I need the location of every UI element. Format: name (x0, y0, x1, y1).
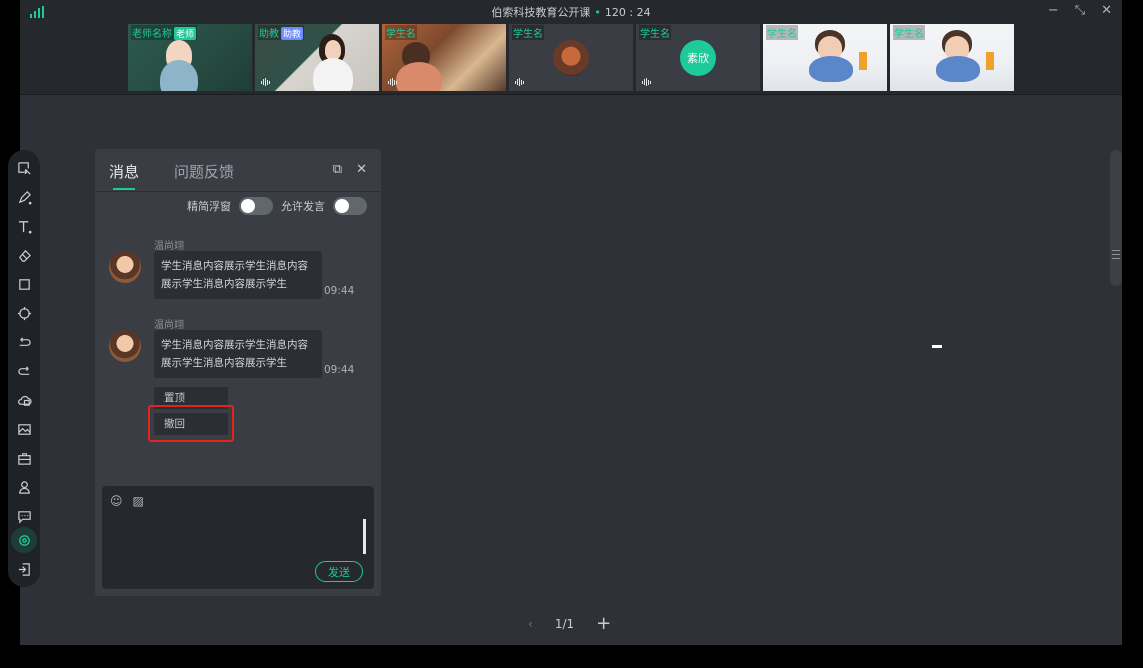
text-icon[interactable] (8, 214, 40, 238)
pen-icon[interactable] (8, 185, 40, 209)
video-strip: 老师名称 老师 助教 助教 学生名 学生名 素欣 学生名 学生名 学生名 (128, 24, 1014, 91)
pencil-cup (859, 52, 867, 70)
role-badge: 老师 (174, 27, 197, 40)
close-icon[interactable]: ✕ (1101, 3, 1112, 18)
whiteboard-toolbar (8, 150, 40, 587)
active-tab-indicator (113, 188, 135, 190)
video-name: 学生名 (639, 25, 671, 40)
teacher-body (160, 60, 198, 91)
mic-level-icon (388, 78, 397, 86)
mic-level-icon (515, 78, 524, 86)
exit-icon[interactable] (8, 557, 40, 581)
video-tile-student[interactable]: 学生名 (382, 24, 506, 91)
message-time: 09:44 (324, 285, 355, 297)
video-name: 学生名 (766, 25, 798, 40)
video-name: 老师名称 老师 (131, 25, 198, 40)
mic-level-icon (896, 78, 905, 86)
tab-messages[interactable]: 消息 (109, 161, 139, 182)
composer-tools: ☺ ▨ (110, 494, 144, 508)
window-title-bar: 伯索科技教育公开课 • 120 : 24 (20, 4, 1122, 20)
close-panel-icon[interactable]: ✕ (356, 162, 367, 177)
video-tile-student[interactable]: 学生名 (509, 24, 633, 91)
student-initials-avatar: 素欣 (680, 39, 716, 76)
tab-feedback[interactable]: 问题反馈 (174, 161, 234, 182)
video-name: 学生名 (512, 25, 544, 40)
mic-level-icon (261, 78, 270, 86)
window-controls: − ⤡ ✕ (1048, 3, 1112, 18)
allow-speak-toggle[interactable] (333, 197, 367, 215)
video-name: 学生名 (893, 25, 925, 40)
minimize-icon[interactable]: − (1048, 3, 1059, 18)
message-composer[interactable]: ☺ ▨ 发送 (102, 486, 374, 589)
boy-body (936, 56, 980, 82)
emoji-icon[interactable]: ☺ (110, 494, 123, 508)
image-icon[interactable] (8, 417, 40, 441)
message-time: 09:44 (324, 364, 355, 376)
float-toggle[interactable] (239, 197, 273, 215)
panel-actions: ⧉ ✕ (333, 162, 367, 177)
class-timer: 120 : 24 (604, 6, 651, 19)
top-bar: 伯索科技教育公开课•120 : 24 − ⤡ ✕ 老师名称老师 助教助教 (20, 0, 1122, 95)
avatar[interactable] (109, 330, 141, 362)
send-button[interactable]: 发送 (315, 561, 363, 582)
chat-icon[interactable] (8, 504, 40, 528)
video-tile-teacher[interactable]: 老师名称 老师 (128, 24, 252, 91)
add-page-icon[interactable]: + (596, 613, 611, 634)
message-bubble[interactable]: 学生消息内容展示学生消息内容展示学生消息内容展示学生 (154, 251, 322, 299)
cloud-icon[interactable] (8, 388, 40, 412)
panel-tabs: 消息 问题反馈 ⧉ ✕ (95, 149, 381, 192)
highlight-box (148, 405, 234, 442)
chat-panel: 消息 问题反馈 ⧉ ✕ 精简浮窗 允许发言 温尚翊 学生消息内容展示学生消息内容… (95, 149, 381, 596)
chat-switches: 精简浮窗 允许发言 (187, 197, 367, 215)
role-badge: 助教 (281, 27, 304, 40)
shrink-icon[interactable]: ⤡ (1075, 3, 1085, 18)
toolbox-icon[interactable] (8, 446, 40, 470)
float-switch-label: 精简浮窗 (187, 200, 231, 213)
avatar[interactable] (109, 251, 141, 283)
drag-handle-icon (1112, 250, 1120, 262)
board-cursor-mark (932, 345, 942, 348)
mic-level-icon (769, 78, 778, 86)
prev-page-icon[interactable]: ‹ (528, 617, 533, 631)
assistant-face (325, 40, 341, 60)
boy-body (809, 56, 853, 82)
select-icon[interactable] (8, 156, 40, 180)
sender-name: 温尚翊 (154, 241, 184, 252)
message-bubble[interactable]: 学生消息内容展示学生消息内容展示学生消息内容展示学生 (154, 330, 322, 378)
eraser-icon[interactable] (8, 243, 40, 267)
student-avatar (553, 39, 589, 76)
popout-icon[interactable]: ⧉ (333, 162, 342, 177)
pencil-cup (986, 52, 994, 70)
video-tile-student[interactable]: 学生名 (763, 24, 887, 91)
laser-icon[interactable] (8, 301, 40, 325)
shape-icon[interactable] (8, 272, 40, 296)
settings-icon[interactable] (8, 527, 40, 553)
page-indicator: 1/1 (554, 616, 575, 631)
student-body (396, 62, 442, 91)
active-tool-ring (11, 527, 37, 553)
allow-speak-label: 允许发言 (281, 200, 325, 213)
video-tile-assistant[interactable]: 助教 助教 (255, 24, 379, 91)
mic-level-icon (642, 78, 651, 86)
live-dot-icon: • (594, 6, 601, 19)
user-icon[interactable] (8, 475, 40, 499)
assistant-body (313, 58, 353, 91)
video-name: 学生名 (385, 25, 417, 40)
undo-icon[interactable] (8, 330, 40, 354)
sender-name: 温尚翊 (154, 320, 184, 331)
video-name: 助教 助教 (258, 25, 305, 40)
image-upload-icon[interactable]: ▨ (133, 494, 144, 508)
page-navigator: ‹ 1/1 + (528, 613, 611, 634)
video-tile-student[interactable]: 学生名 (890, 24, 1014, 91)
window-title: 伯索科技教育公开课 (491, 6, 591, 19)
video-tile-student[interactable]: 素欣 学生名 (636, 24, 760, 91)
board-scroll-handle[interactable] (1110, 150, 1122, 286)
text-cursor (363, 519, 366, 554)
redo-icon[interactable] (8, 359, 40, 383)
